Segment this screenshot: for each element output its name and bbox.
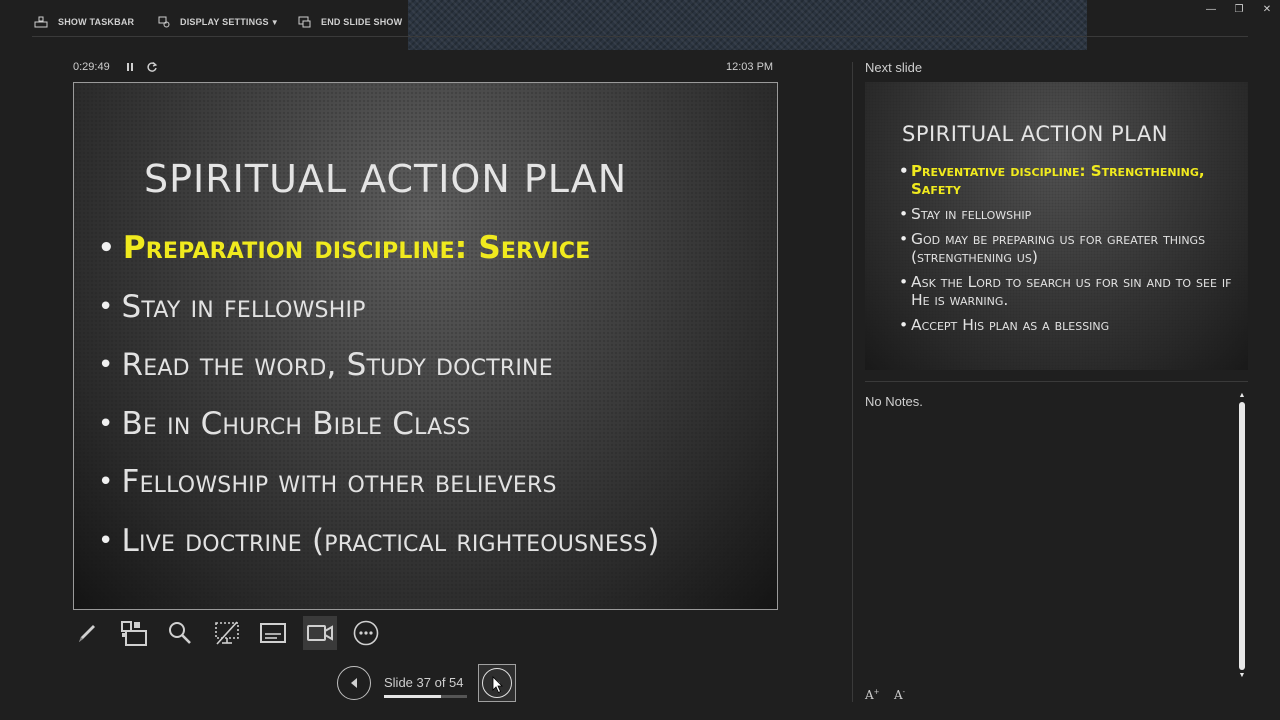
black-screen-icon (214, 621, 239, 645)
black-screen-button[interactable] (210, 616, 244, 650)
elapsed-timer: 0:29:49 (73, 61, 110, 73)
minimize-icon[interactable]: — (1204, 2, 1218, 16)
slide-bullet: Be in Church Bible Class (98, 395, 660, 454)
show-taskbar-label: SHOW TASKBAR (58, 17, 135, 27)
zoom-icon (169, 622, 191, 644)
next-slide-title: SPIRITUAL ACTION PLAN (902, 122, 1168, 146)
notes-divider[interactable] (865, 381, 1248, 382)
pen-icon (79, 625, 95, 642)
scroll-up-icon[interactable]: ▲ (1238, 392, 1246, 400)
more-options-button[interactable] (349, 616, 383, 650)
pause-timer-icon[interactable] (125, 62, 135, 72)
pen-tool-button[interactable] (70, 616, 104, 650)
camera-icon (306, 625, 333, 641)
slide-bullet: Preparation discipline: Service (98, 219, 660, 278)
toolbar-divider (32, 36, 1248, 37)
end-slide-show-button[interactable]: END SLIDE SHOW (298, 14, 402, 30)
camera-button[interactable] (302, 616, 337, 650)
next-slide-label: Next slide (865, 60, 923, 75)
presenter-tools (70, 616, 396, 650)
slide-title: SPIRITUAL ACTION PLAN (144, 157, 628, 201)
next-slide-bullets: Preventative discipline: Strengthening, … (899, 162, 1244, 341)
subtitles-button[interactable] (256, 616, 290, 650)
previous-slide-button[interactable] (337, 666, 371, 700)
display-settings-button[interactable]: DISPLAY SETTINGS ▼ (158, 14, 279, 30)
restart-timer-icon[interactable] (146, 61, 158, 73)
next-slide-bullet: Stay in fellowship (899, 205, 1244, 223)
see-all-slides-button[interactable] (117, 616, 151, 650)
restore-icon[interactable]: ❐ (1232, 2, 1246, 16)
slide-bullet: Live doctrine (practical righteousness) (98, 512, 660, 571)
chevron-left-icon (351, 678, 357, 688)
display-settings-label: DISPLAY SETTINGS (180, 17, 269, 27)
zoom-button[interactable] (163, 616, 197, 650)
close-icon[interactable]: ✕ (1260, 2, 1274, 16)
taskbar-icon (34, 16, 48, 28)
clock: 12:03 PM (726, 61, 774, 73)
next-slide-bullet: Accept His plan as a blessing (899, 316, 1244, 334)
mouse-cursor-icon (492, 676, 503, 694)
slide-counter[interactable]: Slide 37 of 54 (384, 675, 464, 690)
next-slide-bullet: God may be preparing us for greater thin… (899, 230, 1244, 266)
notes-scrollbar[interactable]: ▲ ▼ (1236, 392, 1248, 680)
end-show-icon (298, 16, 311, 28)
increase-font-icon[interactable]: A+ (865, 688, 880, 702)
show-taskbar-button[interactable]: SHOW TASKBAR (34, 14, 134, 30)
speaker-notes[interactable]: No Notes. (865, 394, 923, 409)
scroll-down-icon[interactable]: ▼ (1238, 672, 1246, 680)
chevron-down-icon: ▼ (270, 17, 279, 27)
slide-bullet: Fellowship with other believers (98, 453, 660, 512)
decrease-font-icon[interactable]: A- (894, 688, 905, 702)
see-all-slides-icon (120, 621, 147, 646)
more-options-icon (353, 620, 379, 646)
slide-progress-fill (384, 695, 441, 698)
scroll-thumb[interactable] (1239, 402, 1245, 670)
next-slide-bullet: Ask the Lord to search us for sin and to… (899, 273, 1244, 309)
slide-bullets: Preparation discipline: Service Stay in … (98, 219, 660, 570)
next-slide-bullet: Preventative discipline: Strengthening, … (899, 162, 1244, 198)
current-slide[interactable]: SPIRITUAL ACTION PLAN Preparation discip… (73, 82, 778, 610)
subtitles-icon (260, 623, 286, 643)
taskbar-preview (408, 0, 1087, 50)
end-slide-show-label: END SLIDE SHOW (321, 17, 403, 27)
slide-bullet: Stay in fellowship (98, 278, 660, 337)
pane-splitter[interactable] (852, 62, 853, 702)
display-settings-icon (158, 16, 170, 28)
slide-bullet: Read the word, Study doctrine (98, 336, 660, 395)
next-slide-preview[interactable]: SPIRITUAL ACTION PLAN Preventative disci… (865, 82, 1248, 370)
slide-progress-bar (384, 695, 467, 698)
